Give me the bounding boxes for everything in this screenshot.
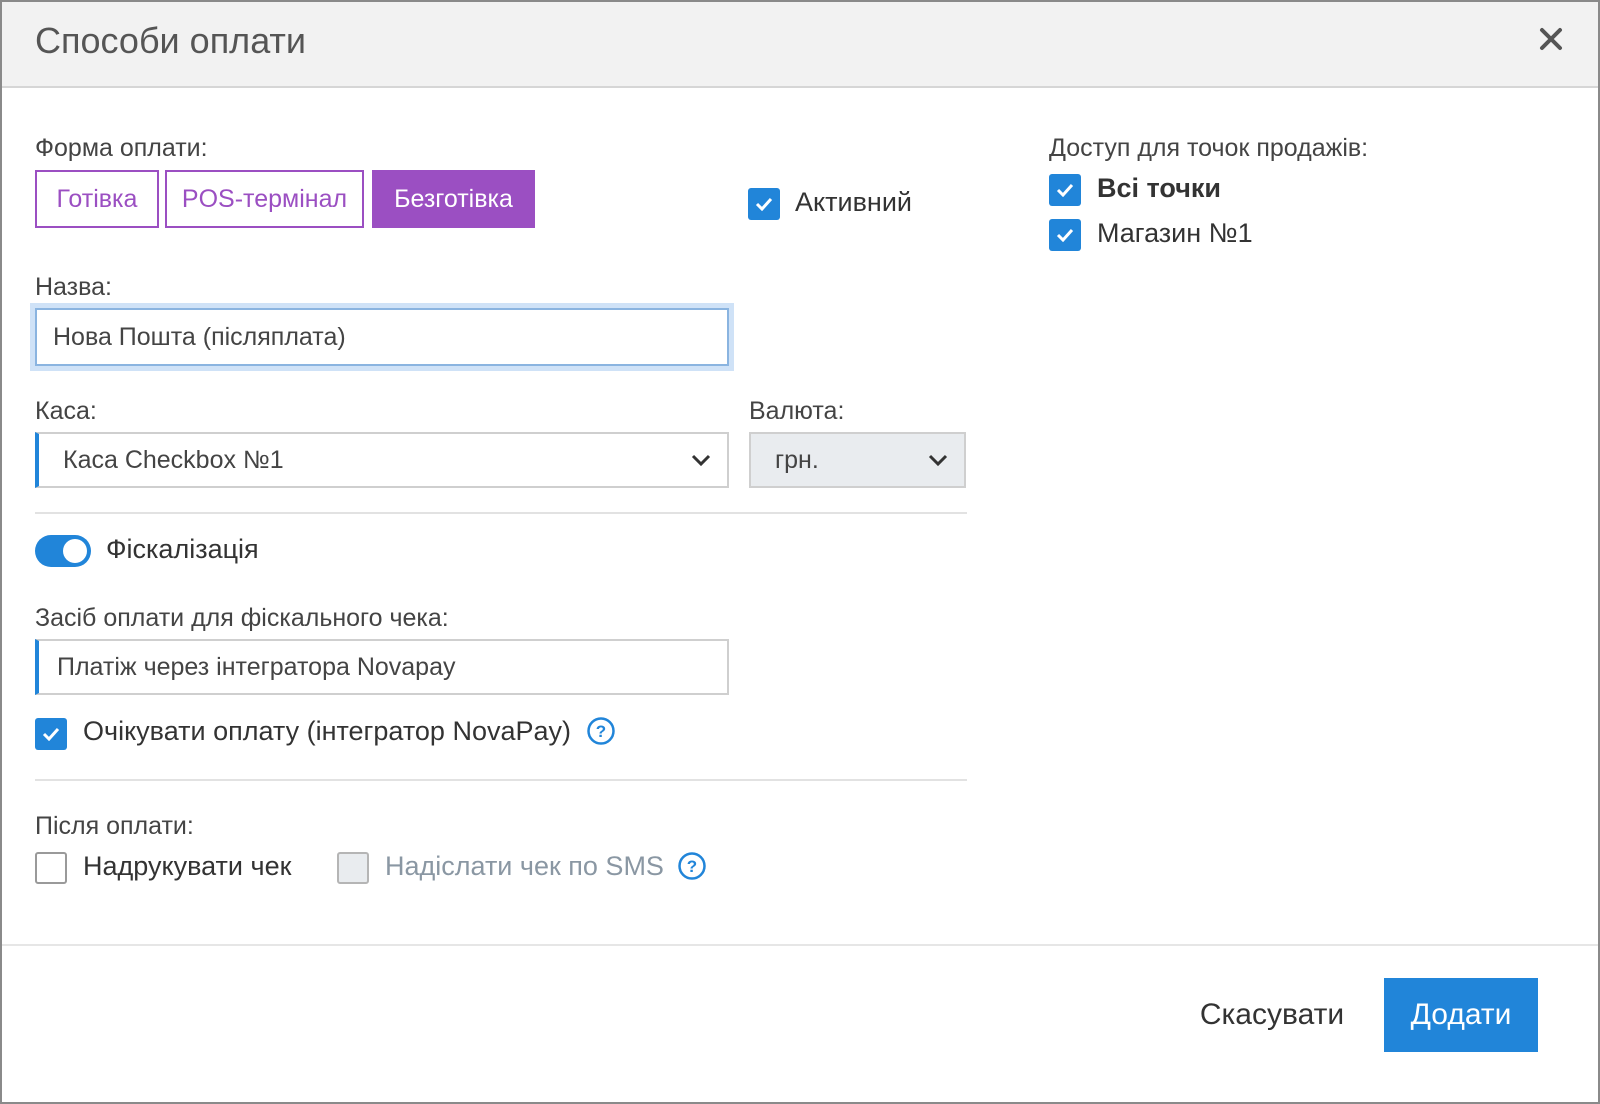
footer-divider: [2, 944, 1598, 946]
chevron-down-icon: [928, 454, 948, 467]
currency-select[interactable]: грн.: [749, 432, 966, 488]
print-receipt-checkbox[interactable]: [35, 852, 67, 884]
cashbox-select-value: Каса Checkbox №1: [63, 445, 284, 474]
checkmark-icon: [42, 727, 60, 741]
checkmark-icon: [755, 197, 773, 211]
checkmark-icon: [1056, 228, 1074, 242]
svg-text:?: ?: [687, 857, 697, 876]
fiscal-payment-label: Засіб оплати для фіскального чека:: [35, 604, 449, 632]
fiscalization-toggle[interactable]: [35, 535, 91, 567]
active-label: Активний: [795, 187, 912, 217]
section-divider: [35, 779, 967, 781]
print-receipt-label: Надрукувати чек: [83, 851, 292, 881]
access-store-1-checkbox[interactable]: [1049, 219, 1081, 251]
close-icon[interactable]: [1534, 22, 1568, 56]
name-input[interactable]: Нова Пошта (післяплата): [35, 308, 729, 366]
cashbox-select[interactable]: Каса Checkbox №1: [35, 432, 729, 488]
access-all-points-checkbox[interactable]: [1049, 174, 1081, 206]
send-sms-label: Надіслати чек по SMS: [385, 851, 664, 881]
modal-header: Способи оплати: [2, 2, 1598, 88]
await-payment-checkbox[interactable]: [35, 718, 67, 750]
payment-form-label: Форма оплати:: [35, 134, 208, 162]
currency-label: Валюта:: [749, 397, 845, 425]
access-all-points-label: Всі точки: [1097, 173, 1221, 203]
checkmark-icon: [1056, 183, 1074, 197]
payment-option-pos[interactable]: POS-термінал: [165, 170, 364, 228]
cancel-button[interactable]: Скасувати: [1182, 980, 1362, 1050]
after-payment-label: Після оплати:: [35, 812, 194, 840]
svg-text:?: ?: [596, 722, 606, 741]
name-label: Назва:: [35, 273, 112, 301]
currency-select-value: грн.: [775, 445, 819, 474]
send-sms-checkbox[interactable]: [337, 852, 369, 884]
fiscalization-label: Фіскалізація: [106, 534, 259, 564]
question-circle-icon[interactable]: ?: [586, 716, 616, 746]
cashbox-label: Каса:: [35, 397, 97, 425]
fiscal-payment-value: Платіж через інтегратора Novapay: [57, 652, 456, 681]
await-payment-label: Очікувати оплату (інтегратор NovaPay): [83, 716, 571, 746]
payment-option-cash[interactable]: Готівка: [35, 170, 159, 228]
fiscal-payment-input[interactable]: Платіж через інтегратора Novapay: [35, 639, 729, 695]
access-label: Доступ для точок продажів:: [1049, 134, 1369, 162]
payment-option-cashless[interactable]: Безготівка: [372, 170, 535, 228]
name-input-value: Нова Пошта (післяплата): [53, 322, 346, 351]
access-store-1-label: Магазин №1: [1097, 218, 1253, 248]
active-checkbox[interactable]: [748, 188, 780, 220]
section-divider: [35, 512, 967, 514]
modal-title: Способи оплати: [35, 20, 307, 61]
chevron-down-icon: [691, 454, 711, 467]
question-circle-icon[interactable]: ?: [677, 851, 707, 881]
payment-methods-modal: Способи оплати Форма оплати: Готівка POS…: [0, 0, 1600, 1104]
add-button[interactable]: Додати: [1384, 978, 1538, 1052]
